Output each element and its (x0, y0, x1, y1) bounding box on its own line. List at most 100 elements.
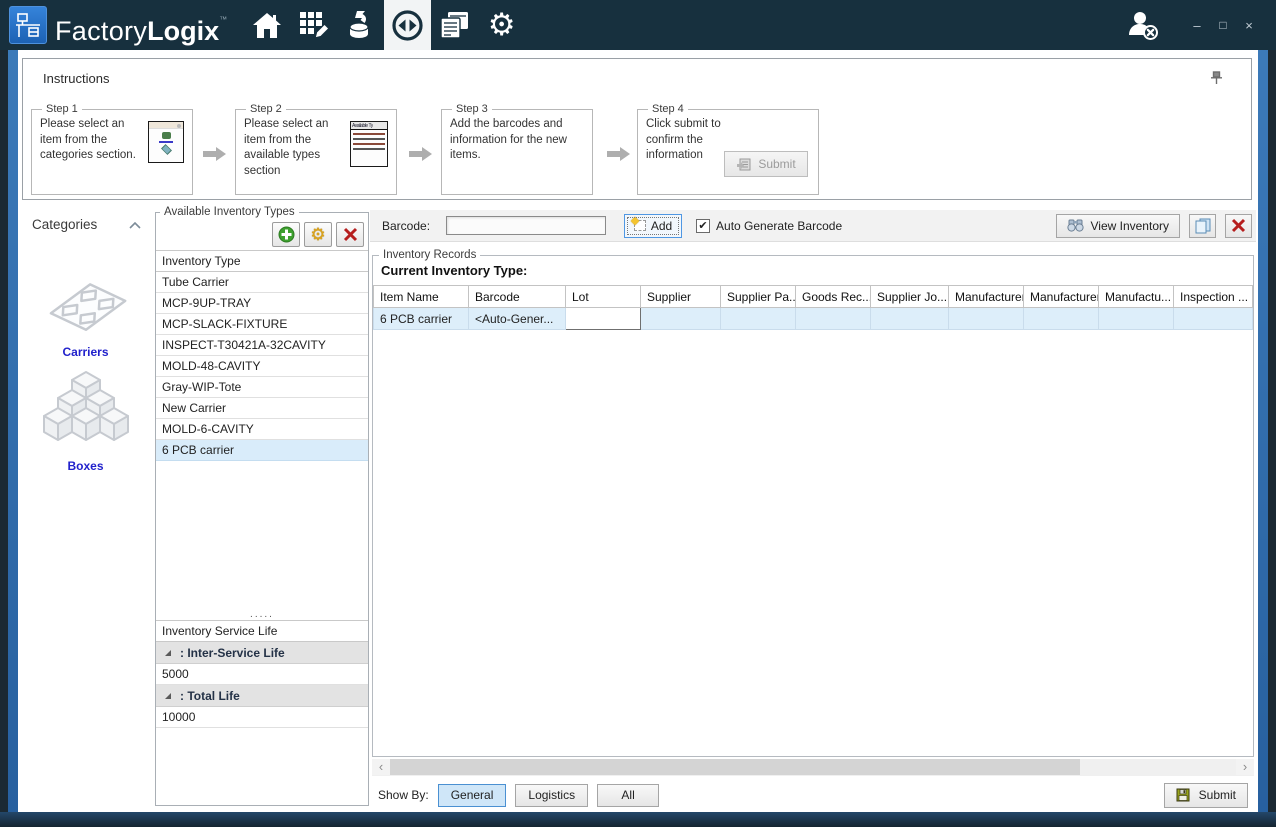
show-by-label: Show By: (378, 788, 429, 802)
inventory-records-table: Item Name Barcode Lot Supplier Supplier … (373, 285, 1253, 330)
app-title: FactoryLogix™ (55, 0, 227, 56)
service-life-header: Inventory Service Life (156, 621, 368, 642)
close-button[interactable]: × (1236, 18, 1262, 33)
step-1-box: Step 1 Please select an item from the ca… (31, 103, 193, 195)
transfer-icon[interactable] (384, 0, 431, 50)
inventory-records-title: Inventory Records (379, 249, 480, 261)
grid-edit-icon[interactable] (290, 0, 337, 50)
home-icon[interactable] (243, 0, 290, 50)
cell-goods-rec[interactable] (796, 308, 871, 330)
cell-barcode[interactable]: <Auto-Gener... (469, 308, 566, 330)
pin-icon[interactable] (1210, 71, 1223, 85)
add-button[interactable]: Add (624, 214, 682, 238)
category-carriers-label[interactable]: Carriers (18, 345, 153, 359)
table-row: 6 PCB carrier <Auto-Gener... (374, 308, 1253, 330)
instructions-title: Instructions (43, 71, 109, 86)
step-2-label: Step 2 (246, 103, 286, 115)
carrier-tray-icon (36, 272, 136, 338)
service-life-group-inter[interactable]: : Inter-Service Life (156, 642, 368, 664)
type-row[interactable]: Tube Carrier (156, 272, 368, 293)
cell-manufactu[interactable] (1099, 308, 1174, 330)
col-item-name[interactable]: Item Name (374, 286, 469, 308)
copy-button[interactable] (1189, 214, 1216, 238)
delete-type-button[interactable] (336, 222, 364, 247)
horizontal-scrollbar[interactable]: ‹ › (372, 759, 1254, 776)
save-floppy-icon (1176, 788, 1190, 802)
main-nav: ⚙ (243, 0, 525, 50)
cell-supplier[interactable] (641, 308, 721, 330)
scroll-left-arrow[interactable]: ‹ (372, 759, 390, 775)
delete-x-icon (343, 227, 358, 242)
cell-manufacturer2[interactable] (1024, 308, 1099, 330)
col-supplier[interactable]: Supplier (641, 286, 721, 308)
type-row-selected[interactable]: 6 PCB carrier (156, 440, 368, 461)
col-inspection[interactable]: Inspection ... (1174, 286, 1253, 308)
chevron-up-icon[interactable] (129, 222, 141, 229)
data-import-icon[interactable] (337, 0, 384, 50)
cell-manufacturer[interactable] (949, 308, 1024, 330)
window-frame-left (8, 50, 18, 814)
inter-service-life-value[interactable]: 5000 (156, 664, 368, 685)
category-boxes-label[interactable]: Boxes (18, 459, 153, 473)
type-row[interactable]: MCP-9UP-TRAY (156, 293, 368, 314)
show-by-logistics-button[interactable]: Logistics (515, 784, 588, 807)
minimize-button[interactable]: – (1184, 18, 1210, 33)
reports-icon[interactable] (431, 0, 478, 50)
type-row[interactable]: Gray-WIP-Tote (156, 377, 368, 398)
table-header-row: Item Name Barcode Lot Supplier Supplier … (374, 286, 1253, 308)
application-window: FactoryLogix™ (0, 0, 1276, 827)
submit-button[interactable]: Submit (1164, 783, 1248, 808)
user-status-icon[interactable] (1126, 9, 1160, 41)
col-supplier-jo[interactable]: Supplier Jo... (871, 286, 949, 308)
cell-supplier-jo[interactable] (871, 308, 949, 330)
boxes-stack-icon (36, 368, 136, 452)
cell-supplier-pa[interactable] (721, 308, 796, 330)
titlebar: FactoryLogix™ (0, 0, 1276, 50)
step1-thumbnail (148, 121, 184, 163)
col-supplier-pa[interactable]: Supplier Pa... (721, 286, 796, 308)
auto-generate-checkbox[interactable]: ✔ (696, 219, 710, 233)
view-inventory-button[interactable]: View Inventory (1056, 214, 1181, 238)
col-manufacturer[interactable]: Manufacturer (949, 286, 1024, 308)
step-4-box: Step 4 Click submit to confirm the infor… (637, 103, 819, 195)
cell-inspection[interactable] (1174, 308, 1253, 330)
service-life-group-total[interactable]: : Total Life (156, 685, 368, 707)
maximize-button[interactable]: □ (1210, 18, 1236, 32)
category-boxes[interactable]: Boxes (18, 368, 153, 473)
step-4-text: Click submit to confirm the information (646, 117, 724, 164)
category-carriers[interactable]: Carriers (18, 272, 153, 359)
col-manufactu[interactable]: Manufactu... (1099, 286, 1174, 308)
type-row[interactable]: MOLD-48-CAVITY (156, 356, 368, 377)
window-frame-right (1258, 50, 1268, 814)
total-life-value[interactable]: 10000 (156, 707, 368, 728)
type-row[interactable]: MCP-SLACK-FIXTURE (156, 314, 368, 335)
show-by-general-button[interactable]: General (438, 784, 507, 807)
titlebar-right: – □ × (1126, 0, 1276, 50)
categories-panel: Categories Carriers (18, 210, 153, 808)
add-type-button[interactable] (272, 222, 300, 247)
scrollbar-thumb[interactable] (390, 759, 1080, 775)
main-area: Barcode: Add ✔ Auto Generate Barcode (370, 210, 1256, 808)
col-lot[interactable]: Lot (566, 286, 641, 308)
barcode-label: Barcode: (382, 219, 430, 233)
col-manufacturer2[interactable]: Manufacturer... (1024, 286, 1099, 308)
cell-item-name[interactable]: 6 PCB carrier (374, 308, 469, 330)
scroll-right-arrow[interactable]: › (1236, 759, 1254, 775)
available-types-title: Available Inventory Types (160, 206, 299, 218)
barcode-input[interactable] (446, 216, 606, 235)
type-row[interactable]: MOLD-6-CAVITY (156, 419, 368, 440)
show-by-all-button[interactable]: All (597, 784, 659, 807)
generate-types-button[interactable]: ⚙ (304, 222, 332, 247)
clear-button[interactable] (1225, 214, 1252, 238)
col-goods-rec[interactable]: Goods Rec... (796, 286, 871, 308)
splitter-handle[interactable]: ..... (156, 608, 368, 621)
barcode-toolbar: Barcode: Add ✔ Auto Generate Barcode (370, 210, 1256, 242)
settings-gear-icon[interactable]: ⚙ (478, 0, 525, 50)
available-types-toolbar: ⚙ (156, 218, 368, 251)
type-row[interactable]: INSPECT-T30421A-32CAVITY (156, 335, 368, 356)
col-barcode[interactable]: Barcode (469, 286, 566, 308)
instructions-panel: Instructions Step 1 Please select an ite… (22, 58, 1252, 200)
step-submit-button[interactable]: Submit (724, 151, 808, 177)
cell-lot[interactable] (566, 308, 641, 330)
type-row[interactable]: New Carrier (156, 398, 368, 419)
